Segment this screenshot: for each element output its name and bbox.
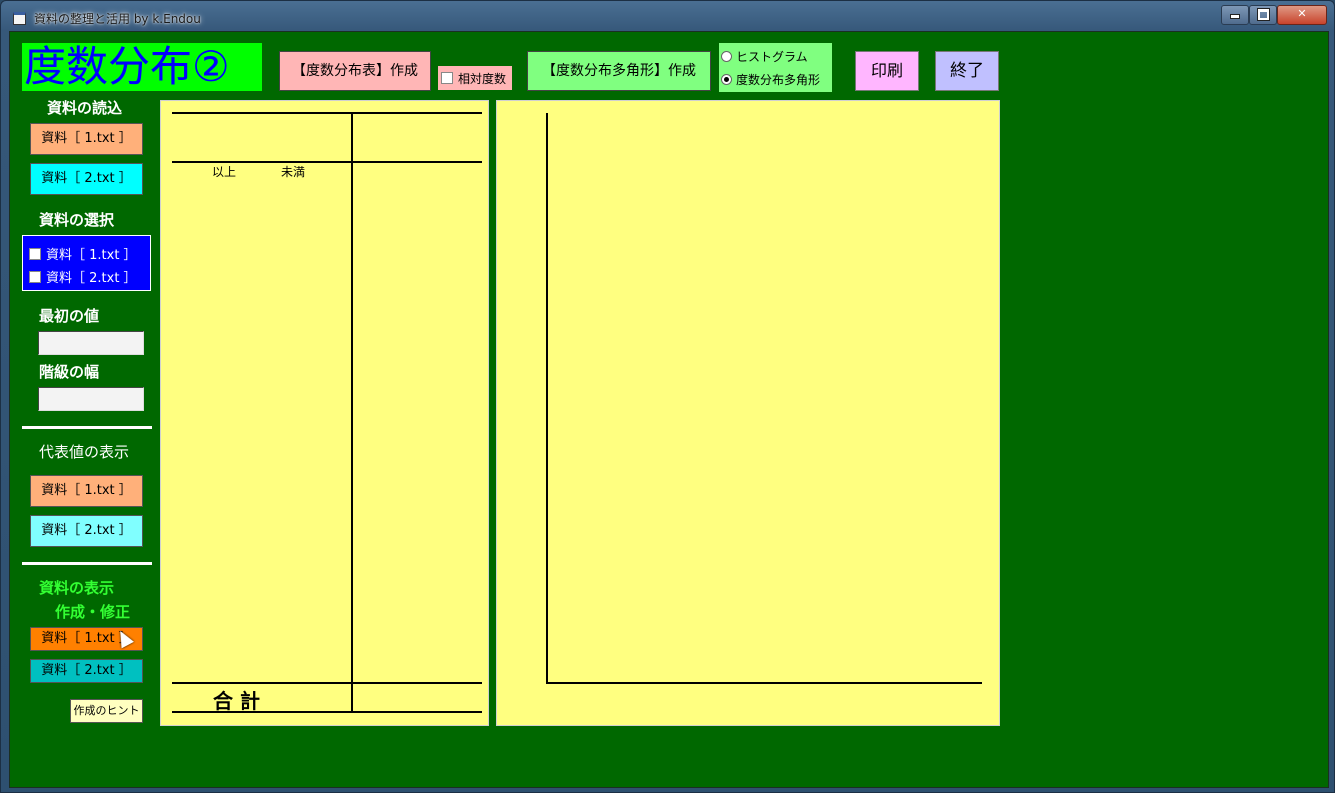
table-top-rule [172, 112, 482, 114]
window-title: 資料の整理と活用 by k.Endou [34, 12, 201, 26]
select-option-1-check-icon [29, 247, 41, 260]
table-total-label: 合 計 [213, 689, 260, 713]
load-button-1[interactable]: 資料［ 1.txt ］ [30, 123, 143, 155]
close-icon: ✕ [1297, 7, 1307, 20]
graph-x-axis [546, 682, 982, 684]
table-upper-label: 未満 [281, 165, 306, 179]
first-value-label: 最初の値 [39, 307, 100, 325]
title-bar[interactable]: 資料の整理と活用 by k.Endou ✕ [1, 1, 1334, 31]
select-option-2-check-icon [29, 270, 41, 283]
print-button[interactable]: 印刷 [855, 51, 919, 91]
relative-frequency-label: 相対度数 [458, 71, 507, 86]
make-table-button[interactable]: 【度数分布表】作成 [279, 51, 431, 91]
load-button-2[interactable]: 資料［ 2.txt ］ [30, 163, 143, 195]
first-value-input[interactable] [38, 331, 144, 355]
hint-button[interactable]: 作成のヒント [70, 699, 143, 723]
select-heading: 資料の選択 [39, 211, 115, 229]
graph-y-axis [546, 113, 548, 684]
radio-polygon-icon [721, 74, 732, 85]
table-bottom-rule [172, 711, 482, 713]
class-width-label: 階級の幅 [39, 363, 100, 381]
relative-frequency-check-icon [441, 72, 453, 84]
radio-histogram-label: ヒストグラム [736, 50, 808, 64]
close-button[interactable]: ✕ [1277, 5, 1327, 25]
class-width-input[interactable] [38, 387, 144, 411]
select-option-2[interactable]: 資料［ 2.txt ］ [29, 267, 137, 286]
table-total-rule [172, 682, 482, 684]
radio-polygon[interactable]: 度数分布多角形 [721, 71, 820, 88]
graph-type-group: ヒストグラム 度数分布多角形 [719, 43, 832, 92]
sidebar-divider-1 [22, 426, 152, 429]
app-icon[interactable] [13, 12, 26, 25]
display-heading-line1: 資料の表示 [39, 579, 115, 597]
representative-button-1[interactable]: 資料［ 1.txt ］ [30, 475, 143, 507]
table-column-rule [351, 112, 353, 712]
maximize-button[interactable] [1249, 5, 1277, 25]
select-option-1-label: 資料［ 1.txt ］ [46, 248, 137, 263]
select-option-1[interactable]: 資料［ 1.txt ］ [29, 244, 137, 263]
radio-histogram-icon [721, 51, 732, 62]
app-title: 度数分布② [22, 43, 262, 91]
graph-panel [496, 100, 1000, 726]
display-button-2[interactable]: 資料［ 2.txt ］ [30, 659, 143, 683]
display-heading-line2: 作成・修正 [55, 603, 131, 621]
make-polygon-button[interactable]: 【度数分布多角形】作成 [527, 51, 711, 91]
app-window: 資料の整理と活用 by k.Endou ✕ 度数分布② 【度数分布表】作成 相対… [0, 0, 1335, 793]
representative-button-2[interactable]: 資料［ 2.txt ］ [30, 515, 143, 547]
sidebar-divider-2 [22, 562, 152, 565]
maximize-icon [1256, 8, 1270, 21]
table-lower-label: 以上 [212, 165, 237, 179]
radio-polygon-label: 度数分布多角形 [736, 73, 821, 87]
radio-histogram[interactable]: ヒストグラム [721, 48, 808, 65]
exit-button[interactable]: 終了 [935, 51, 999, 91]
minimize-button[interactable] [1221, 5, 1249, 25]
client-area: 度数分布② 【度数分布表】作成 相対度数 【度数分布多角形】作成 ヒストグラム … [9, 31, 1329, 788]
relative-frequency-checkbox[interactable]: 相対度数 [438, 66, 512, 90]
load-heading: 資料の読込 [47, 99, 123, 117]
data-select-group: 資料［ 1.txt ］ 資料［ 2.txt ］ [22, 235, 151, 291]
select-option-2-label: 資料［ 2.txt ］ [46, 271, 137, 286]
representative-heading: 代表値の表示 [39, 443, 130, 461]
minimize-icon [1230, 14, 1240, 19]
frequency-table-panel: 以上 未満 合 計 [160, 100, 489, 726]
